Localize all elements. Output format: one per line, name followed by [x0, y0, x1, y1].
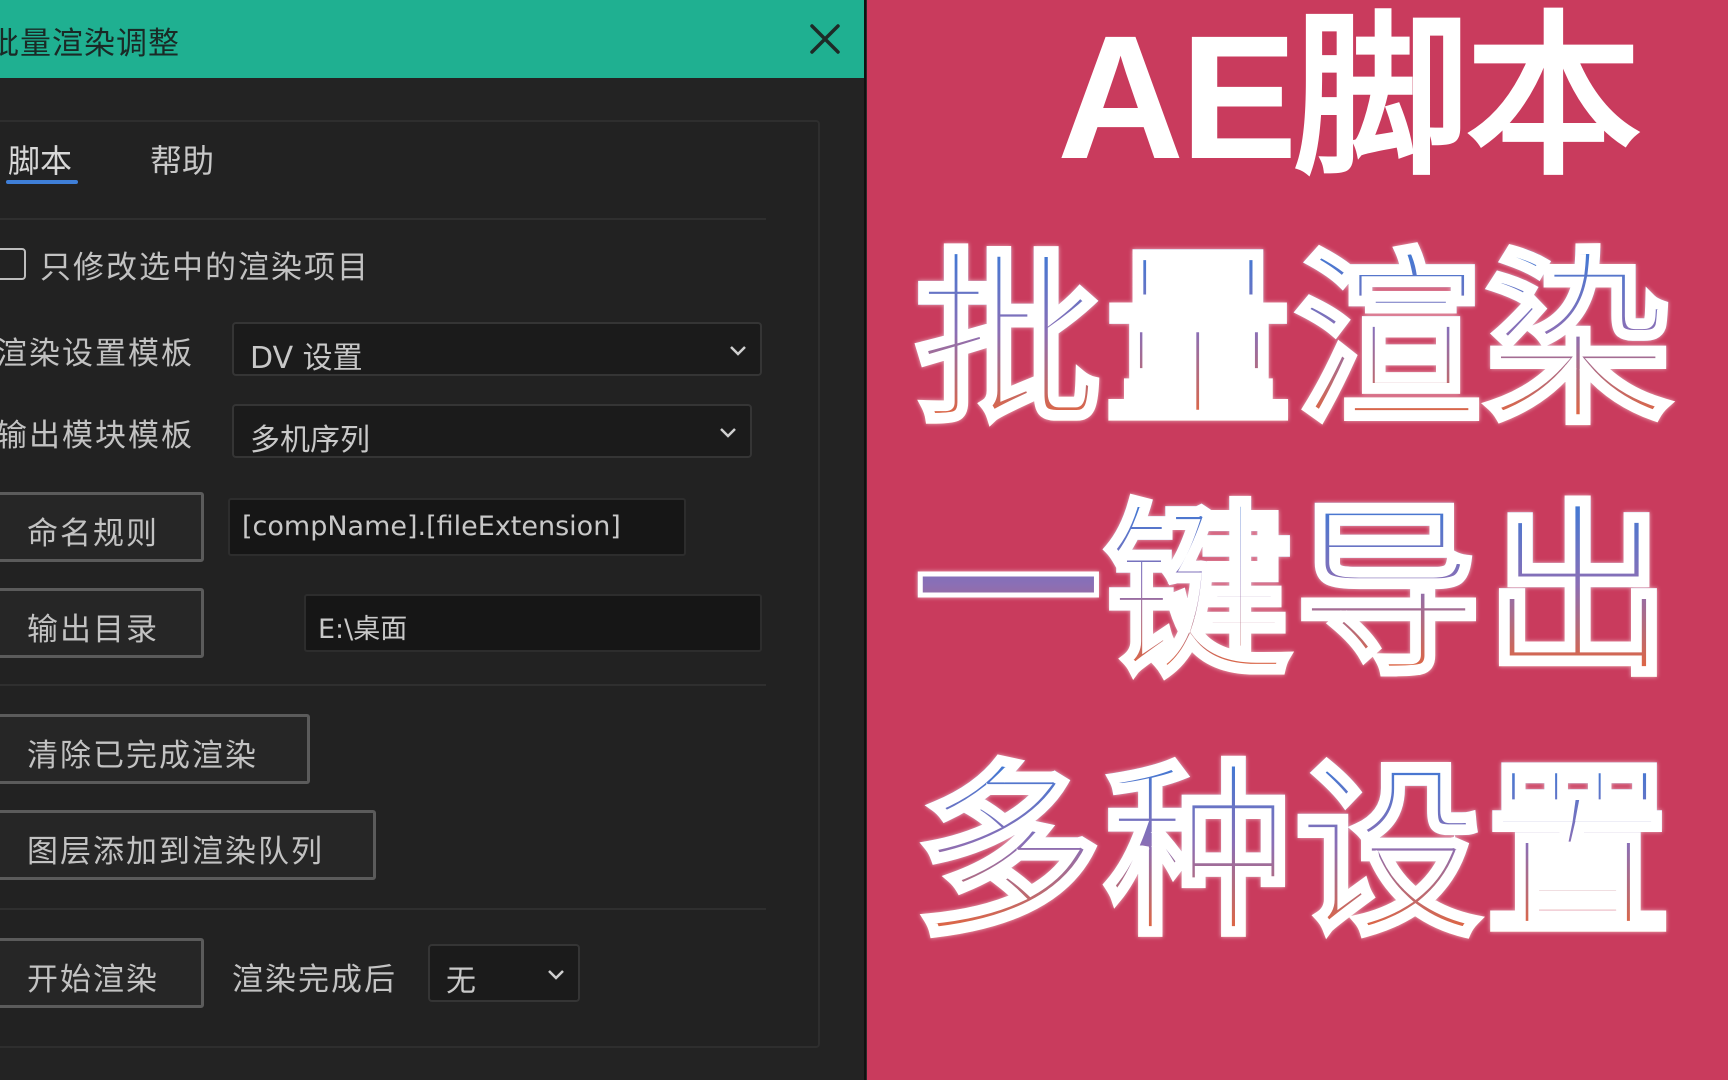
tab-help[interactable]: 帮助 [150, 136, 214, 182]
promo-line-multi-settings: 多种设置 [912, 744, 1676, 961]
output-dir-input[interactable]: E:\桌面 [304, 594, 762, 652]
add-layers-button[interactable]: 图层添加到渲染队列 [0, 810, 376, 880]
window-edge [864, 0, 866, 1080]
output-dir-button[interactable]: 输出目录 [0, 588, 204, 658]
after-render-select[interactable]: 无 [428, 944, 580, 1002]
render-template-select[interactable]: DV 设置 [232, 322, 762, 376]
clear-finished-button-label: 清除已完成渲染 [27, 738, 258, 774]
start-render-button-label: 开始渲染 [27, 962, 159, 998]
promo-line-batch-render: 批量渲染 [912, 232, 1676, 449]
divider [0, 218, 766, 220]
selected-only-label: 只修改选中的渲染项目 [40, 250, 370, 286]
output-dir-button-label: 输出目录 [27, 612, 159, 648]
naming-rule-button-label: 命名规则 [27, 516, 159, 552]
start-render-button[interactable]: 开始渲染 [0, 938, 204, 1008]
close-icon [810, 24, 840, 54]
output-module-value: 多机序列 [250, 423, 370, 458]
promo-banner: AE脚本 批量渲染 一键导出 多种设置 [867, 0, 1728, 1080]
add-layers-button-label: 图层添加到渲染队列 [27, 834, 324, 870]
divider [0, 684, 766, 686]
clear-finished-button[interactable]: 清除已完成渲染 [0, 714, 310, 784]
naming-rule-input[interactable]: [compName].[fileExtension] [228, 498, 686, 556]
after-render-label: 渲染完成后 [232, 962, 397, 998]
divider [0, 908, 766, 910]
output-module-select[interactable]: 多机序列 [232, 404, 752, 458]
promo-line-one-click-export: 一键导出 [912, 484, 1676, 701]
chevron-down-icon [548, 970, 564, 980]
selected-only-checkbox[interactable] [0, 248, 26, 280]
dialog-title: 批量渲染调整 [0, 26, 180, 62]
tab-script[interactable]: 脚本 [8, 136, 72, 182]
promo-title: AE脚本 [1057, 0, 1641, 196]
after-render-value: 无 [446, 964, 476, 999]
close-button[interactable] [806, 20, 844, 58]
naming-rule-button[interactable]: 命名规则 [0, 492, 204, 562]
dialog-titlebar: 批量渲染调整 [0, 0, 866, 78]
output-dir-value: E:\桌面 [318, 614, 408, 645]
naming-rule-value: [compName].[fileExtension] [242, 511, 621, 542]
render-template-value: DV 设置 [250, 341, 363, 376]
output-module-label: 输出模块模板 [0, 418, 194, 454]
render-dialog: 批量渲染调整 脚本 帮助 只修改选中的渲染项目 渲染设置模板 DV 设置 输出模… [0, 0, 866, 1080]
chevron-down-icon [730, 346, 746, 356]
active-tab-indicator [6, 180, 78, 184]
render-template-label: 渲染设置模板 [0, 336, 194, 372]
chevron-down-icon [720, 428, 736, 438]
